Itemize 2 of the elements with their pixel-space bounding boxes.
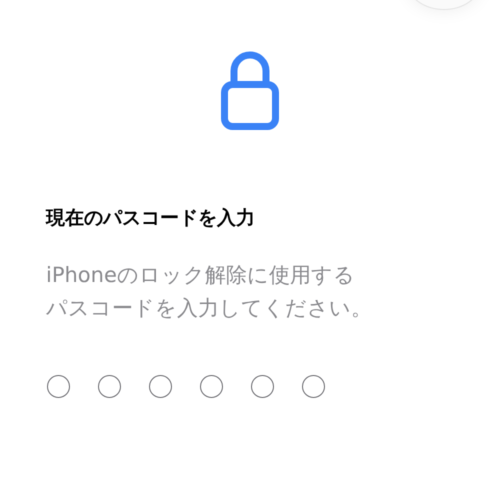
title: 現在のパスコードを入力 xyxy=(46,206,256,231)
description: iPhoneのロック解除に使用するパスコードを入力してください。 xyxy=(46,262,373,322)
